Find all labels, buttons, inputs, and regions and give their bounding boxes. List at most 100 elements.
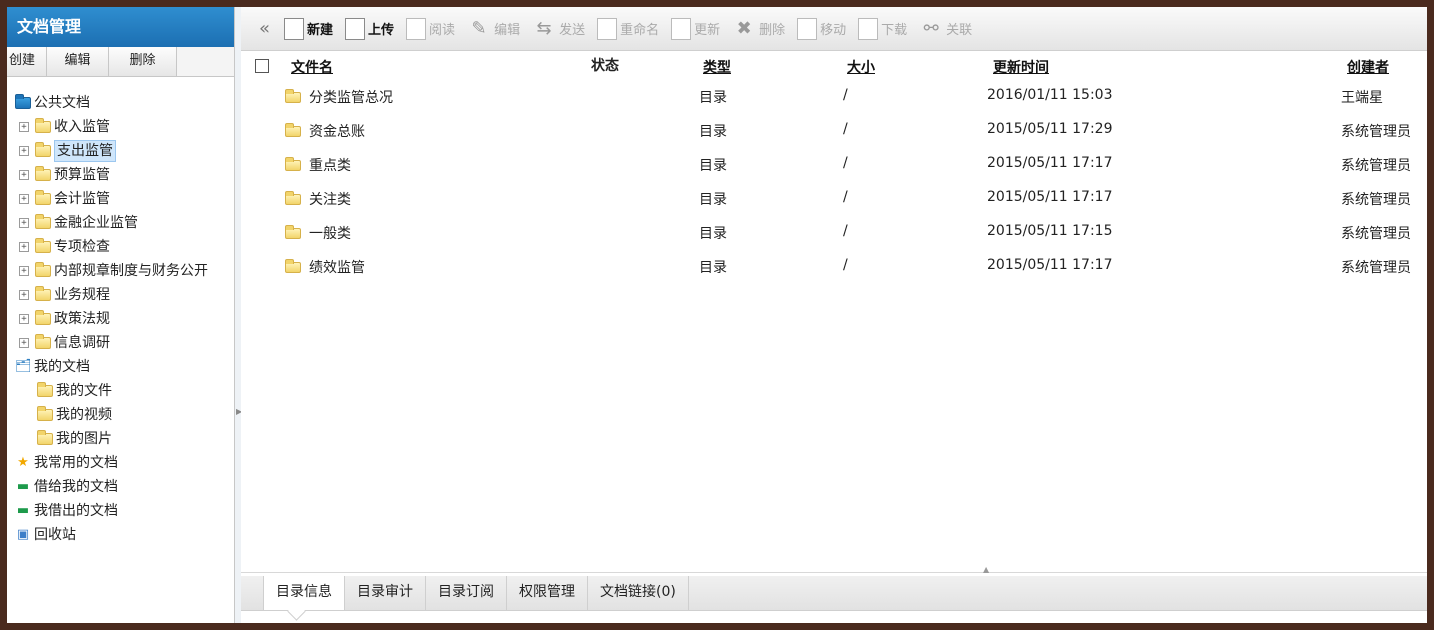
toolbar-button[interactable]: 上传 [345,17,394,40]
tree-item-label: 我的图片 [56,431,112,447]
update-icon [671,17,692,40]
tree-item-label: 借给我的文档 [34,479,118,495]
toolbar-button[interactable]: ⇆ 发送 [532,18,586,40]
detail-tab[interactable]: 文档链接(0) [588,576,689,610]
file-name-cell[interactable]: 一般类 [285,223,351,243]
file-name-cell[interactable]: 资金总账 [285,121,365,141]
folder-icon [35,334,51,349]
column-header-name[interactable]: 文件名 [291,57,333,77]
folder-icon [35,118,51,133]
expand-icon[interactable]: + [19,194,29,204]
updated-cell: 2015/05/11 17:17 [987,155,1113,171]
toolbar-button-label: 关联 [946,23,973,38]
creator-cell: 王端星 [1341,90,1383,106]
select-all-checkbox[interactable] [255,59,269,73]
expand-icon[interactable]: + [19,146,29,156]
panel-resize-handle-icon[interactable]: ▲ [983,565,989,574]
file-name: 分类监管总况 [309,90,393,106]
table-row[interactable]: 分类监管总况 目录 / 2016/01/11 15:03 王端星 [241,81,1427,115]
type-cell: 目录 [699,158,727,174]
expand-icon[interactable]: + [19,242,29,252]
tree-item[interactable]: 🗂 我的文档 [7,355,234,379]
file-name-cell[interactable]: 绩效监管 [285,257,365,277]
toolbar-button[interactable]: 重命名 [597,17,659,40]
toolbar-button[interactable]: ⚯ 关联 [919,18,973,40]
tree-item[interactable]: 我的视频 [7,403,234,427]
type-cell: 目录 [699,226,727,242]
expand-icon[interactable]: + [19,170,29,180]
table-row[interactable]: 资金总账 目录 / 2015/05/11 17:29 系统管理员 [241,115,1427,149]
size-cell: / [843,223,848,239]
toolbar-button[interactable]: 移动 [797,17,846,40]
expand-icon[interactable]: + [19,218,29,228]
file-name-cell[interactable]: 重点类 [285,155,351,175]
table-row[interactable]: 一般类 目录 / 2015/05/11 17:15 系统管理员 [241,217,1427,251]
tree-item-label: 我常用的文档 [34,455,118,471]
tree-item[interactable]: 公共文档 [7,91,234,115]
delete-button[interactable]: 删除 [109,47,177,76]
folder-icon [35,190,51,205]
tree-item[interactable]: + 内部规章制度与财务公开 [7,259,234,283]
tree-item[interactable]: + 金融企业监管 [7,211,234,235]
detail-tab[interactable]: 目录订阅 [426,576,507,610]
toolbar-button[interactable]: ✎ 编辑 [467,17,521,40]
file-name: 重点类 [309,158,351,174]
tree-item-label: 回收站 [34,527,76,543]
toolbar-button-label: 删除 [759,23,786,38]
toolbar-button[interactable]: 下载 [858,17,907,40]
tree-item[interactable]: + 支出监管 [7,139,234,163]
tree-item[interactable]: + 预算监管 [7,163,234,187]
file-name-cell[interactable]: 关注类 [285,189,351,209]
column-header-updated[interactable]: 更新时间 [993,57,1049,77]
toolbar-button[interactable]: 更新 [671,17,720,40]
tree-item[interactable]: 我的文件 [7,379,234,403]
creator-cell: 系统管理员 [1341,260,1411,276]
folder-tree: 公共文档 + 收入监管 + 支出监管 + 预算监管 + 会计监管 + 金融企业监管 + 专项检查 + 内部规… [7,77,234,547]
expand-icon[interactable]: + [19,338,29,348]
toolbar-button[interactable]: 新建 [284,17,333,40]
toolbar-button[interactable]: 阅读 [406,17,455,40]
tree-item[interactable]: ★ 我常用的文档 [7,451,234,475]
column-header-size[interactable]: 大小 [847,57,875,77]
tree-item[interactable]: ▬ 借给我的文档 [7,475,234,499]
tree-item[interactable]: + 专项检查 [7,235,234,259]
detail-tab[interactable]: 权限管理 [507,576,588,610]
expand-icon[interactable]: + [19,266,29,276]
toolbar-button[interactable]: ✖ 删除 [732,18,786,40]
collapse-sidebar-icon[interactable]: « [259,18,270,39]
pencil-icon: ✎ [471,17,487,39]
expand-icon[interactable]: + [19,314,29,324]
app-frame: 文档管理 创建 编辑 删除 公共文档 + 收入监管 + 支出监管 + 预算监管 + 会计监管 + 金… [7,7,1427,623]
tree-item[interactable]: + 会计监管 [7,187,234,211]
blue-folder-icon [15,94,31,109]
folder-icon [35,214,51,229]
expand-icon[interactable]: + [19,122,29,132]
expand-icon[interactable]: + [19,290,29,300]
folder-icon [35,166,51,181]
tree-item-label: 内部规章制度与财务公开 [54,263,208,279]
create-button[interactable]: 创建 [7,47,47,76]
folder-icon [35,286,51,301]
file-name: 资金总账 [309,124,365,140]
table-row[interactable]: 重点类 目录 / 2015/05/11 17:17 系统管理员 [241,149,1427,183]
table-row[interactable]: 关注类 目录 / 2015/05/11 17:17 系统管理员 [241,183,1427,217]
tree-item[interactable]: + 业务规程 [7,283,234,307]
tree-item[interactable]: + 信息调研 [7,331,234,355]
edit-button[interactable]: 编辑 [47,47,109,76]
detail-tab[interactable]: 目录信息 [263,576,345,610]
column-header-creator[interactable]: 创建者 [1347,57,1389,77]
tree-item[interactable]: + 收入监管 [7,115,234,139]
file-name-cell[interactable]: 分类监管总况 [285,87,393,107]
toolbar: « 新建 上传 阅读 ✎ 编辑 ⇆ 发送 重命名 更新 ✖ 删除 移动 下载 ⚯ 关联 [241,7,1427,51]
column-header-type[interactable]: 类型 [703,57,731,77]
tree-item[interactable]: ▬ 我借出的文档 [7,499,234,523]
detail-tab[interactable]: 目录审计 [345,576,426,610]
toolbar-button-label: 发送 [559,23,586,38]
tree-item[interactable]: + 政策法规 [7,307,234,331]
folder-icon [35,262,51,277]
tree-item[interactable]: 我的图片 [7,427,234,451]
tree-item[interactable]: ▣ 回收站 [7,523,234,547]
column-header-status: 状态 [591,58,619,74]
detail-tabs: 目录信息 目录审计 目录订阅 权限管理 文档链接(0) [241,576,1427,611]
table-row[interactable]: 绩效监管 目录 / 2015/05/11 17:17 系统管理员 [241,251,1427,285]
